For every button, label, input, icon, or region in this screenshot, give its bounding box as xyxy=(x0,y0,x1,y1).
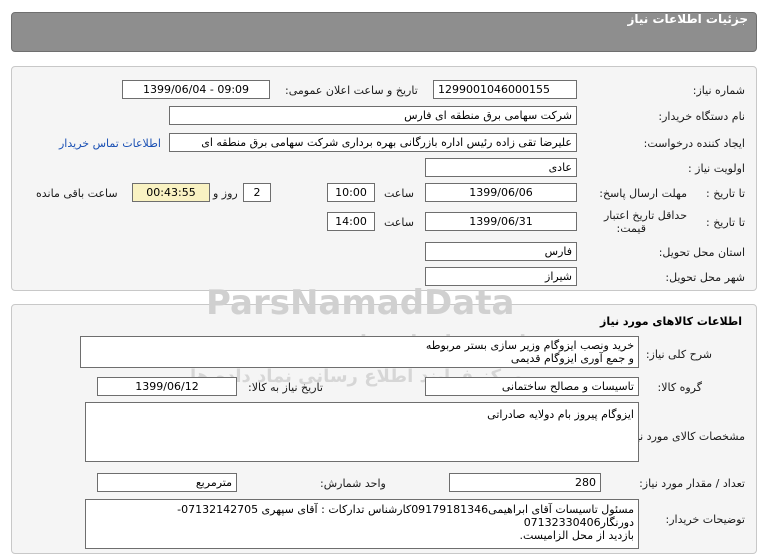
buyer-notes-line-2: دورنگار07132330406 xyxy=(523,516,634,529)
delivery-city-field: شیراز xyxy=(425,267,577,286)
need-number-field: 1299001046000155 xyxy=(433,80,577,99)
buyer-notes-line-3: بازدید از محل الزامیست. xyxy=(519,529,635,542)
delivery-province-field: فارس xyxy=(425,242,577,261)
general-desc-line-2: و جمع آوری ایزوگام قدیمی xyxy=(510,352,634,365)
delivery-province-label: استان محل تحویل: xyxy=(658,246,745,259)
validity-time-label: ساعت xyxy=(384,216,414,229)
buyer-notes-label: توضیحات خریدار: xyxy=(665,513,746,526)
general-desc-line-1: خرید ونصب ایزوگام وزیر سازی بستر مربوطه xyxy=(425,339,634,352)
buyer-contact-link[interactable]: اطلاعات تماس خریدار xyxy=(59,137,161,150)
remaining-label: ساعت باقی مانده xyxy=(36,187,118,200)
general-desc-label: شرح کلی نیاز: xyxy=(645,348,712,361)
validity-date-field: 1399/06/31 xyxy=(425,212,577,231)
days-label: روز و xyxy=(213,187,238,200)
goods-spec-field: ایزوگام پیروز بام دولایه صادراتی xyxy=(85,402,639,462)
goods-section-title: اطلاعات کالاهای مورد نیاز xyxy=(600,315,742,328)
validity-to-date-label: تا تاریخ : xyxy=(706,216,745,229)
goods-spec-label: مشخصات کالای مورد نیاز: xyxy=(624,430,745,443)
need-info-panel xyxy=(11,66,757,291)
buyer-notes-field: مسئول تاسیسات آقای ابراهیمی09179181346کا… xyxy=(85,499,639,549)
priority-label: اولویت نیاز : xyxy=(687,162,745,175)
reply-deadline-label: مهلت ارسال پاسخ: xyxy=(599,187,687,200)
need-by-date-label: تاریخ نیاز به کالا: xyxy=(248,381,323,394)
general-desc-field: خرید ونصب ایزوگام وزیر سازی بستر مربوطه … xyxy=(80,336,639,368)
reply-to-date-label: تا تاریخ : xyxy=(706,187,745,200)
days-left-field: 2 xyxy=(243,183,271,202)
price-validity-label-2: قیمت: xyxy=(616,222,646,235)
requester-field: علیرضا تقی زاده رئیس اداره بازرگانی بهره… xyxy=(169,133,577,152)
unit-field: مترمربع xyxy=(97,473,237,492)
reply-time-field: 10:00 xyxy=(327,183,375,202)
page-title: جزئیات اطلاعات نیاز xyxy=(627,12,748,26)
unit-label: واحد شمارش: xyxy=(320,477,386,490)
quantity-field: 280 xyxy=(449,473,601,492)
validity-time-field: 14:00 xyxy=(327,212,375,231)
announce-datetime-label: تاریخ و ساعت اعلان عمومی: xyxy=(285,84,418,97)
goods-group-label: گروه کالا: xyxy=(657,381,702,394)
announce-datetime-field: 1399/06/04 - 09:09 xyxy=(122,80,270,99)
delivery-city-label: شهر محل تحویل: xyxy=(665,271,745,284)
goods-group-field: تاسیسات و مصالح ساختمانی xyxy=(425,377,639,396)
need-number-label: شماره نیاز: xyxy=(692,84,745,97)
requester-label: ایجاد کننده درخواست: xyxy=(643,137,745,150)
need-by-date-field: 1399/06/12 xyxy=(97,377,237,396)
priority-field: عادی xyxy=(425,158,577,177)
price-validity-label-1: حداقل تاریخ اعتبار xyxy=(603,209,687,222)
reply-time-label: ساعت xyxy=(384,187,414,200)
goods-spec-text: ایزوگام پیروز بام دولایه صادراتی xyxy=(487,408,634,421)
buyer-org-field: شرکت سهامی برق منطقه ای فارس xyxy=(169,106,577,125)
quantity-label: تعداد / مقدار مورد نیاز: xyxy=(639,477,745,490)
buyer-org-label: نام دستگاه خریدار: xyxy=(658,110,745,123)
buyer-notes-line-1: مسئول تاسیسات آقای ابراهیمی09179181346کا… xyxy=(177,503,634,516)
reply-date-field: 1399/06/06 xyxy=(425,183,577,202)
time-left-field: 00:43:55 xyxy=(132,183,210,202)
